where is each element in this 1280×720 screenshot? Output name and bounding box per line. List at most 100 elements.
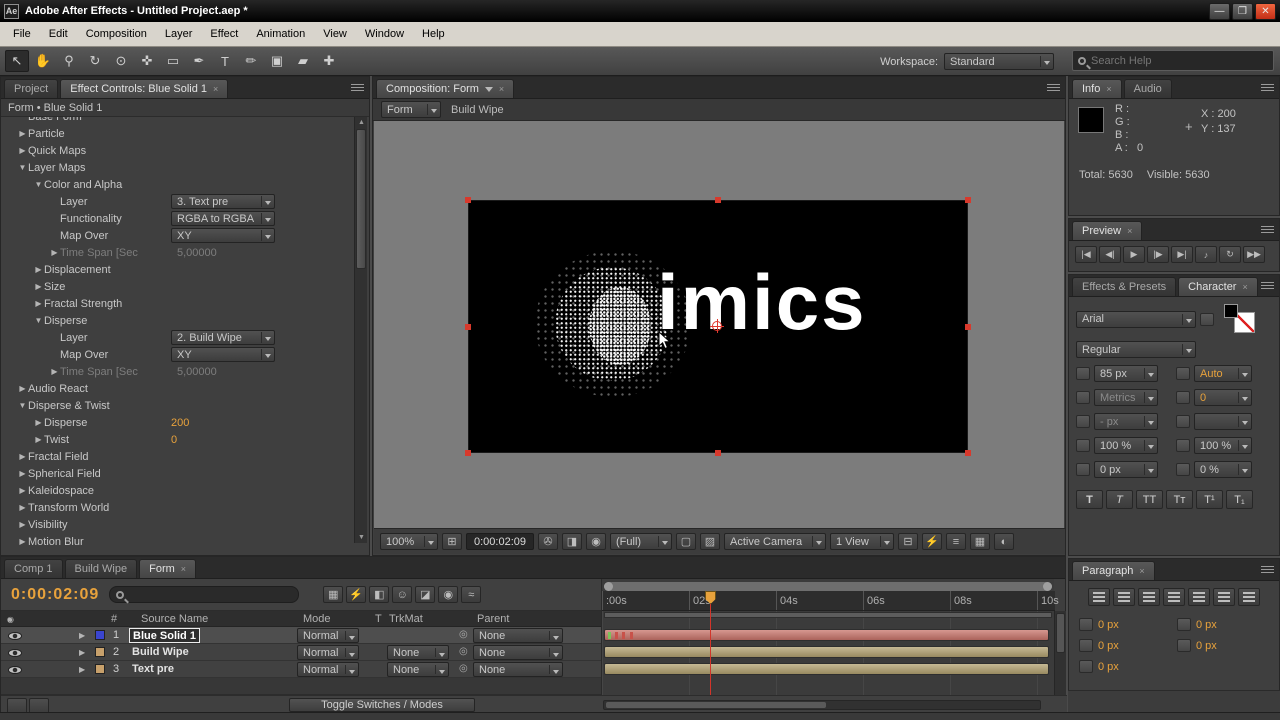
justify-last-center-button[interactable] [1188, 588, 1210, 606]
rotation-tool[interactable]: ↻ [83, 50, 107, 72]
fast-previews-icon[interactable]: ⚡ [922, 533, 942, 550]
anchor-point-icon[interactable] [710, 319, 724, 333]
composition-navigator-nested[interactable]: Build Wipe [451, 104, 504, 116]
twirl-icon[interactable]: ▶ [33, 265, 44, 274]
effect-property-row[interactable]: ▶ Fractal Field [1, 448, 353, 465]
loop-button[interactable]: ↻ [1219, 246, 1241, 263]
indent-field[interactable]: 0 px [1079, 618, 1171, 631]
panel-menu-icon[interactable] [1261, 226, 1274, 235]
column-mode[interactable]: Mode [303, 613, 331, 625]
menu-item[interactable]: File [4, 24, 40, 44]
twirl-icon[interactable]: ▼ [33, 180, 44, 189]
justify-last-right-button[interactable] [1213, 588, 1235, 606]
twirl-icon[interactable]: ▶ [17, 486, 28, 495]
justify-all-button[interactable] [1238, 588, 1260, 606]
horizontal-scale-select[interactable]: 100 % [1194, 437, 1252, 454]
composition-frame[interactable]: imics [468, 200, 968, 453]
layer-twirl-icon[interactable]: ▶ [79, 665, 85, 674]
zoom-select[interactable]: 100% [380, 533, 438, 550]
zoom-tool[interactable]: ⚲ [57, 50, 81, 72]
effect-property-row[interactable]: ▼ Disperse [1, 312, 353, 329]
twirl-icon[interactable]: ▶ [49, 248, 60, 257]
effect-property-row[interactable]: ▶ Fractal Strength [1, 295, 353, 312]
panel-menu-icon[interactable] [1047, 84, 1060, 93]
workspace-select[interactable]: Standard [944, 53, 1054, 70]
menu-item[interactable]: Composition [77, 24, 156, 44]
layer-duration-bar[interactable] [604, 629, 1049, 641]
faux-style-button[interactable]: TT [1136, 490, 1163, 509]
composition-mini-flowchart-icon[interactable]: ▦ [323, 586, 344, 603]
property-value[interactable]: 0 [171, 434, 177, 446]
layer-row[interactable]: ▶ 1 Blue Solid 1 Normal ◎ None [1, 627, 601, 644]
twirl-icon[interactable]: ▶ [17, 452, 28, 461]
timeline-comp-tab[interactable]: Comp 1 × [4, 559, 63, 578]
timeline-track-area[interactable]: :00s 02s 04s 06s 08s 10s [601, 579, 1059, 695]
close-tab-icon[interactable]: × [1106, 80, 1111, 98]
comp-flowchart-icon[interactable]: ▦ [970, 533, 990, 550]
faux-style-button[interactable]: T [1106, 490, 1133, 509]
timeline-navigator[interactable] [604, 582, 1052, 591]
motion-blur-icon[interactable]: ◉ [438, 586, 459, 603]
selection-handle[interactable] [965, 450, 971, 456]
current-timecode[interactable]: 0:00:02:09 [11, 586, 99, 604]
timeline-search[interactable] [109, 586, 300, 603]
effect-property-row[interactable]: ▶ Particle [1, 125, 353, 142]
parent-pickwhip-icon[interactable]: ◎ [459, 629, 468, 640]
menu-item[interactable]: Effect [201, 24, 247, 44]
twirl-icon[interactable]: ▼ [17, 401, 28, 410]
justify-last-left-button[interactable] [1163, 588, 1185, 606]
layer-mode-select[interactable]: Normal [297, 645, 359, 660]
help-search-input[interactable] [1091, 54, 1268, 67]
layer-name[interactable]: Text pre [129, 662, 177, 677]
column-parent[interactable]: Parent [477, 613, 509, 625]
previous-frame-button[interactable]: ◀| [1099, 246, 1121, 263]
scrollbar-thumb[interactable] [356, 129, 366, 269]
layer-parent-select[interactable]: None [473, 628, 563, 643]
layer-visibility-toggle[interactable] [8, 632, 22, 640]
work-area-bar[interactable] [604, 612, 1052, 618]
pixel-aspect-correction-icon[interactable]: ⊟ [898, 533, 918, 550]
layer-duration-bar[interactable] [604, 663, 1049, 675]
selection-handle[interactable] [465, 324, 471, 330]
type-tool[interactable]: T [213, 50, 237, 72]
font-style-select[interactable]: Regular [1076, 341, 1196, 358]
show-last-snapshot-icon[interactable]: ◨ [562, 533, 582, 550]
selection-tool[interactable]: ↖ [5, 50, 29, 72]
paragraph-tab[interactable]: Paragraph × [1072, 561, 1155, 580]
timeline-comp-tab[interactable]: Build Wipe × [64, 559, 138, 578]
draft-3d-icon[interactable]: ◧ [369, 586, 390, 603]
twirl-icon[interactable]: ▶ [17, 384, 28, 393]
align-right-button[interactable] [1138, 588, 1160, 606]
indent-field[interactable]: 0 px [1177, 639, 1269, 652]
effect-property-row[interactable]: ▶ Motion Blur [1, 533, 353, 550]
play-button[interactable]: ▶ [1123, 246, 1145, 263]
time-ruler[interactable]: :00s 02s 04s 06s 08s 10s [602, 591, 1059, 611]
layer-name[interactable]: Blue Solid 1 [129, 628, 200, 643]
next-frame-button[interactable]: |▶ [1147, 246, 1169, 263]
tsume-select[interactable]: 0 % [1194, 461, 1252, 478]
effect-property-row[interactable]: ▶ Size [1, 278, 353, 295]
ram-preview-button[interactable]: ▶▶ [1243, 246, 1265, 263]
layer-trkmat-select[interactable]: None [387, 645, 449, 660]
effect-property-row[interactable]: ▶ Kaleidospace [1, 482, 353, 499]
layer-name[interactable]: Build Wipe [129, 645, 192, 660]
audio-toggle-button[interactable]: ♪ [1195, 246, 1217, 263]
layer-row[interactable]: ▶ 2 Build Wipe Normal None ◎ None [1, 644, 601, 661]
baseline-shift-select[interactable]: 0 px [1094, 461, 1158, 478]
twirl-icon[interactable]: ▼ [33, 316, 44, 325]
layer-mode-select[interactable]: Normal [297, 662, 359, 677]
menu-item[interactable]: Layer [156, 24, 202, 44]
composition-navigator-current[interactable]: Form [381, 101, 441, 118]
effect-controls-scrollbar[interactable]: ▲ ▼ [354, 117, 367, 543]
layer-label-color[interactable] [95, 664, 105, 674]
puppet-pin-tool[interactable]: ✚ [317, 50, 341, 72]
property-value[interactable]: 2. Build Wipe [171, 330, 275, 345]
stroke-color-swatch[interactable] [1224, 304, 1238, 318]
layer-visibility-toggle[interactable] [8, 666, 22, 674]
fill-stroke-swatches[interactable] [1224, 304, 1258, 334]
property-value[interactable]: 3. Text pre [171, 194, 275, 209]
region-of-interest-icon[interactable]: ▢ [676, 533, 696, 550]
resolution-select[interactable]: (Full) [610, 533, 672, 550]
hide-shy-layers-icon[interactable]: ☺ [392, 586, 413, 603]
effect-property-row[interactable]: ▶ Quick Maps [1, 142, 353, 159]
